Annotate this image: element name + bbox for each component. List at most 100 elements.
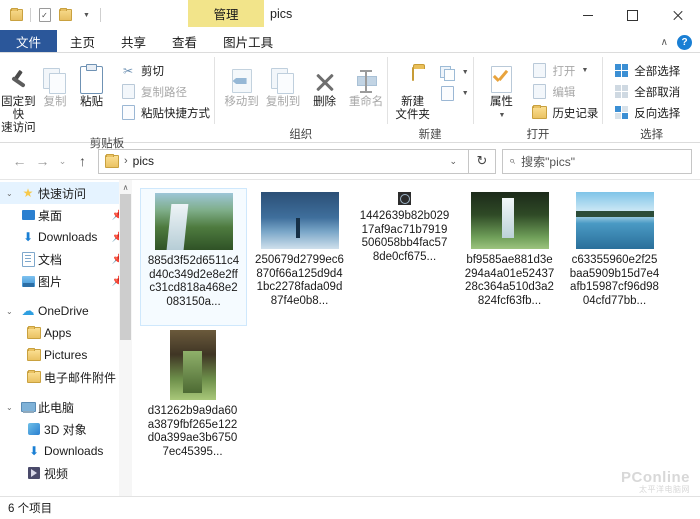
easy-access-icon	[440, 86, 456, 102]
sidebar-item-pictures[interactable]: 图片 📌	[0, 270, 132, 292]
tab-share[interactable]: 共享	[108, 30, 159, 52]
delete-button[interactable]: 删除	[304, 58, 346, 109]
file-tile[interactable]: d31262b9a9da60a3879fbf265e122d0a399ae3b6…	[140, 326, 245, 462]
chevron-down-icon[interactable]: ⌄	[6, 403, 18, 412]
sidebar-item-apps[interactable]: Apps	[0, 322, 132, 344]
sidebar-gap-2	[0, 388, 132, 396]
sidebar-item-downloads[interactable]: ⬇ Downloads 📌	[0, 226, 132, 248]
sidebar-item-desktop[interactable]: 桌面 📌	[0, 204, 132, 226]
scrollbar-thumb[interactable]	[120, 194, 131, 340]
back-button[interactable]: ←	[8, 148, 31, 174]
copy-button[interactable]: 复制	[37, 58, 74, 109]
breadcrumb-pics[interactable]: pics	[133, 154, 154, 168]
pin-to-quick-access-button[interactable]: 固定到快 速访问	[0, 58, 37, 135]
file-tile[interactable]: 1442639b82b02917af9ac71b7919506058bb4fac…	[352, 188, 457, 324]
tab-view[interactable]: 查看	[159, 30, 210, 52]
tab-home[interactable]: 主页	[57, 30, 108, 52]
scroll-up-icon[interactable]: ∧	[119, 180, 132, 194]
open-group-label: 打开	[473, 126, 602, 142]
rename-button[interactable]: 重命名	[345, 58, 387, 109]
forward-button[interactable]: →	[31, 148, 54, 174]
paste-shortcut-label: 粘贴快捷方式	[141, 105, 210, 121]
chevron-down-icon: ▼	[498, 109, 505, 122]
properties-button[interactable]: 属性 ▼	[479, 58, 523, 122]
new-folder-button[interactable]: 新建 文件夹	[392, 58, 434, 122]
sidebar-item-videos[interactable]: 视频	[0, 462, 132, 484]
organize-group-label: 组织	[215, 126, 387, 142]
new-item-button[interactable]: ▼	[436, 62, 473, 83]
open-button[interactable]: 打开 ▼	[527, 60, 602, 81]
history-icon	[531, 105, 547, 121]
file-tile[interactable]: 250679d2799ec6870f66a125d9d41bc2278fada0…	[247, 188, 352, 324]
qat-new-folder-button[interactable]: ✓	[34, 4, 55, 26]
tab-view-label: 查看	[172, 32, 197, 51]
open-icon	[531, 63, 547, 79]
ribbon: 固定到快 速访问 复制 粘贴 ✂ 剪切	[0, 52, 700, 143]
chevron-down-icon: ▼	[83, 12, 90, 19]
tab-picture-tools[interactable]: 图片工具	[210, 30, 286, 52]
tab-file[interactable]: 文件	[0, 30, 57, 52]
collapse-ribbon-icon[interactable]: ∧	[661, 37, 668, 48]
sidebar-label: 快速访问	[38, 185, 86, 202]
search-box[interactable]: ⌕ 搜索"pics"	[502, 149, 692, 174]
sidebar-scrollbar[interactable]: ∧ ∨	[119, 180, 132, 513]
select-all-button[interactable]: 全部选择	[609, 60, 684, 81]
file-tile[interactable]: c63355960e2f25baa5909b15d7e4afb15987cf96…	[562, 188, 667, 324]
sidebar-item-onedrive[interactable]: ⌄ ☁ OneDrive	[0, 300, 132, 322]
qat-properties-button[interactable]	[6, 4, 27, 26]
chevron-down-icon[interactable]: ⌄	[6, 189, 18, 198]
file-tile[interactable]: bf9585ae881d3e294a4a01e5243728c364a510d3…	[457, 188, 562, 324]
copy-path-button[interactable]: 复制路径	[116, 81, 214, 102]
maximize-button[interactable]	[610, 0, 655, 30]
sidebar-label: 文档	[38, 251, 62, 268]
explorer-body: ⌄ ★ 快速访问 桌面 📌 ⬇ Downloads 📌 文档 📌	[0, 179, 700, 513]
paste-button[interactable]: 粘贴	[73, 58, 110, 109]
chevron-down-icon[interactable]: ⌄	[6, 307, 18, 316]
invert-selection-button[interactable]: 反向选择	[609, 102, 684, 123]
easy-access-button[interactable]: ▼	[436, 83, 473, 104]
copy-path-icon	[120, 84, 136, 100]
pin-icon	[5, 61, 31, 94]
sidebar-item-quick-access[interactable]: ⌄ ★ 快速访问	[0, 182, 132, 204]
file-name: 250679d2799ec6870f66a125d9d41bc2278fada0…	[254, 254, 346, 308]
qat-undo-button[interactable]	[55, 4, 76, 26]
sidebar-item-email-attachments[interactable]: 电子邮件附件	[0, 366, 132, 388]
file-list-pane[interactable]: 885d3f52d6511c4d40c349d2e8e2ffc31cd818a4…	[132, 180, 700, 513]
delete-icon	[313, 61, 337, 94]
contextual-tab-label: 管理	[213, 4, 238, 23]
select-none-button[interactable]: 全部取消	[609, 81, 684, 102]
paste-shortcut-button[interactable]: 粘贴快捷方式	[116, 102, 214, 123]
address-dropdown-icon[interactable]: ⌄	[442, 156, 464, 167]
up-button[interactable]: ↑	[71, 148, 94, 174]
up-arrow-icon: ↑	[79, 153, 86, 169]
sidebar-item-this-pc[interactable]: ⌄ 此电脑	[0, 396, 132, 418]
cut-button[interactable]: ✂ 剪切	[116, 60, 214, 81]
sidebar-gap	[0, 292, 132, 300]
qat-divider	[30, 8, 31, 22]
sidebar-label: 此电脑	[38, 399, 74, 416]
broken-image-icon	[400, 194, 410, 204]
file-name: 885d3f52d6511c4d40c349d2e8e2ffc31cd818a4…	[148, 255, 240, 309]
qat-customize-button[interactable]: ▼	[76, 4, 97, 26]
recent-locations-button[interactable]: ⌄	[54, 148, 71, 174]
refresh-button[interactable]: ↻	[469, 149, 496, 174]
minimize-button[interactable]	[565, 0, 610, 30]
contextual-tab-manage[interactable]: 管理	[188, 0, 264, 27]
file-thumbnail	[261, 192, 339, 249]
edit-button[interactable]: 编辑	[527, 81, 602, 102]
sidebar-item-documents[interactable]: 文档 📌	[0, 248, 132, 270]
address-bar[interactable]: › pics ⌄	[98, 149, 469, 174]
cloud-icon: ☁	[18, 303, 38, 319]
close-button[interactable]	[655, 0, 700, 30]
tab-share-label: 共享	[121, 32, 146, 51]
sidebar-item-pictures-onedrive[interactable]: Pictures	[0, 344, 132, 366]
sidebar-item-downloads-pc[interactable]: ⬇ Downloads	[0, 440, 132, 462]
sidebar-item-3d-objects[interactable]: 3D 对象	[0, 418, 132, 440]
ribbon-group-select: 全部选择 全部取消 反向选择 选择	[603, 53, 700, 142]
title-bar: ✓ ▼ 管理 pics	[0, 0, 700, 30]
help-icon[interactable]: ?	[677, 35, 692, 50]
file-tile[interactable]: 885d3f52d6511c4d40c349d2e8e2ffc31cd818a4…	[140, 188, 247, 326]
copy-to-button[interactable]: 复制到	[262, 58, 304, 109]
history-button[interactable]: 历史记录	[527, 102, 602, 123]
move-to-button[interactable]: 移动到	[221, 58, 263, 109]
